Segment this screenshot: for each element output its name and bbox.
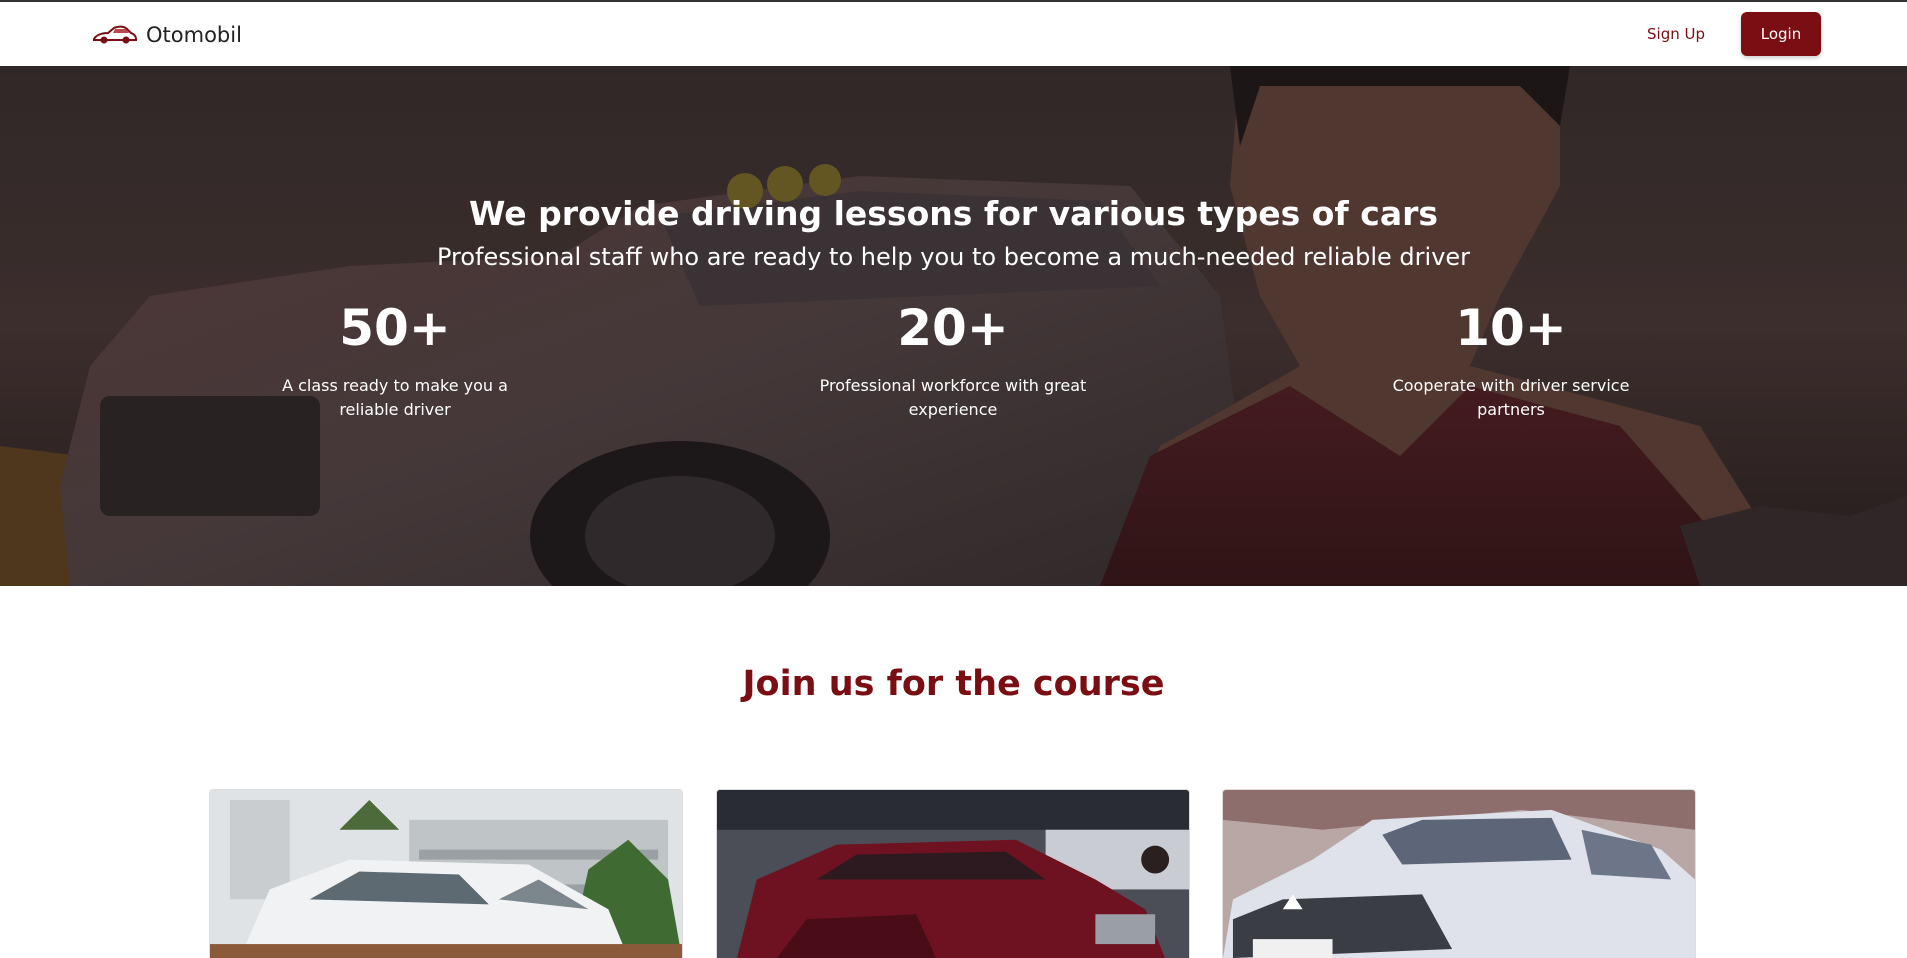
brand-logo-link[interactable]: Otomobil [92, 20, 242, 50]
stat-description: Cooperate with driver service partners [1392, 376, 1630, 419]
stat-description: Professional workforce with great experi… [819, 376, 1087, 419]
hero-banner: We provide driving lessons for various t… [0, 66, 1907, 586]
car-icon [92, 24, 138, 46]
silver-suv-photo [1223, 790, 1695, 958]
white-minivan-photo [210, 790, 682, 958]
stat-classes: 50+ A class ready to make you a reliable… [245, 296, 545, 422]
stat-partners: 10+ Cooperate with driver service partne… [1361, 296, 1661, 422]
stat-value: 10+ [1455, 299, 1567, 357]
course-card[interactable] [716, 789, 1190, 958]
stat-value: 50+ [339, 299, 451, 357]
hero-subtitle: Professional staff who are ready to help… [436, 243, 1471, 271]
red-suv-photo [717, 790, 1189, 958]
hero-title: We provide driving lessons for various t… [468, 194, 1439, 233]
navbar: Otomobil Sign Up Login [0, 2, 1907, 66]
stat-workforce: 20+ Professional workforce with great ex… [803, 296, 1103, 422]
stat-value: 20+ [897, 299, 1009, 357]
login-button[interactable]: Login [1741, 12, 1821, 56]
nav-actions: Sign Up Login [1641, 12, 1821, 56]
brand-name: Otomobil [146, 23, 242, 47]
course-section-title: Join us for the course [742, 664, 1165, 704]
course-card[interactable] [1222, 789, 1696, 958]
sign-up-link[interactable]: Sign Up [1641, 13, 1711, 55]
course-card[interactable] [209, 789, 683, 958]
stat-description: A class ready to make you a reliable dri… [282, 376, 508, 419]
